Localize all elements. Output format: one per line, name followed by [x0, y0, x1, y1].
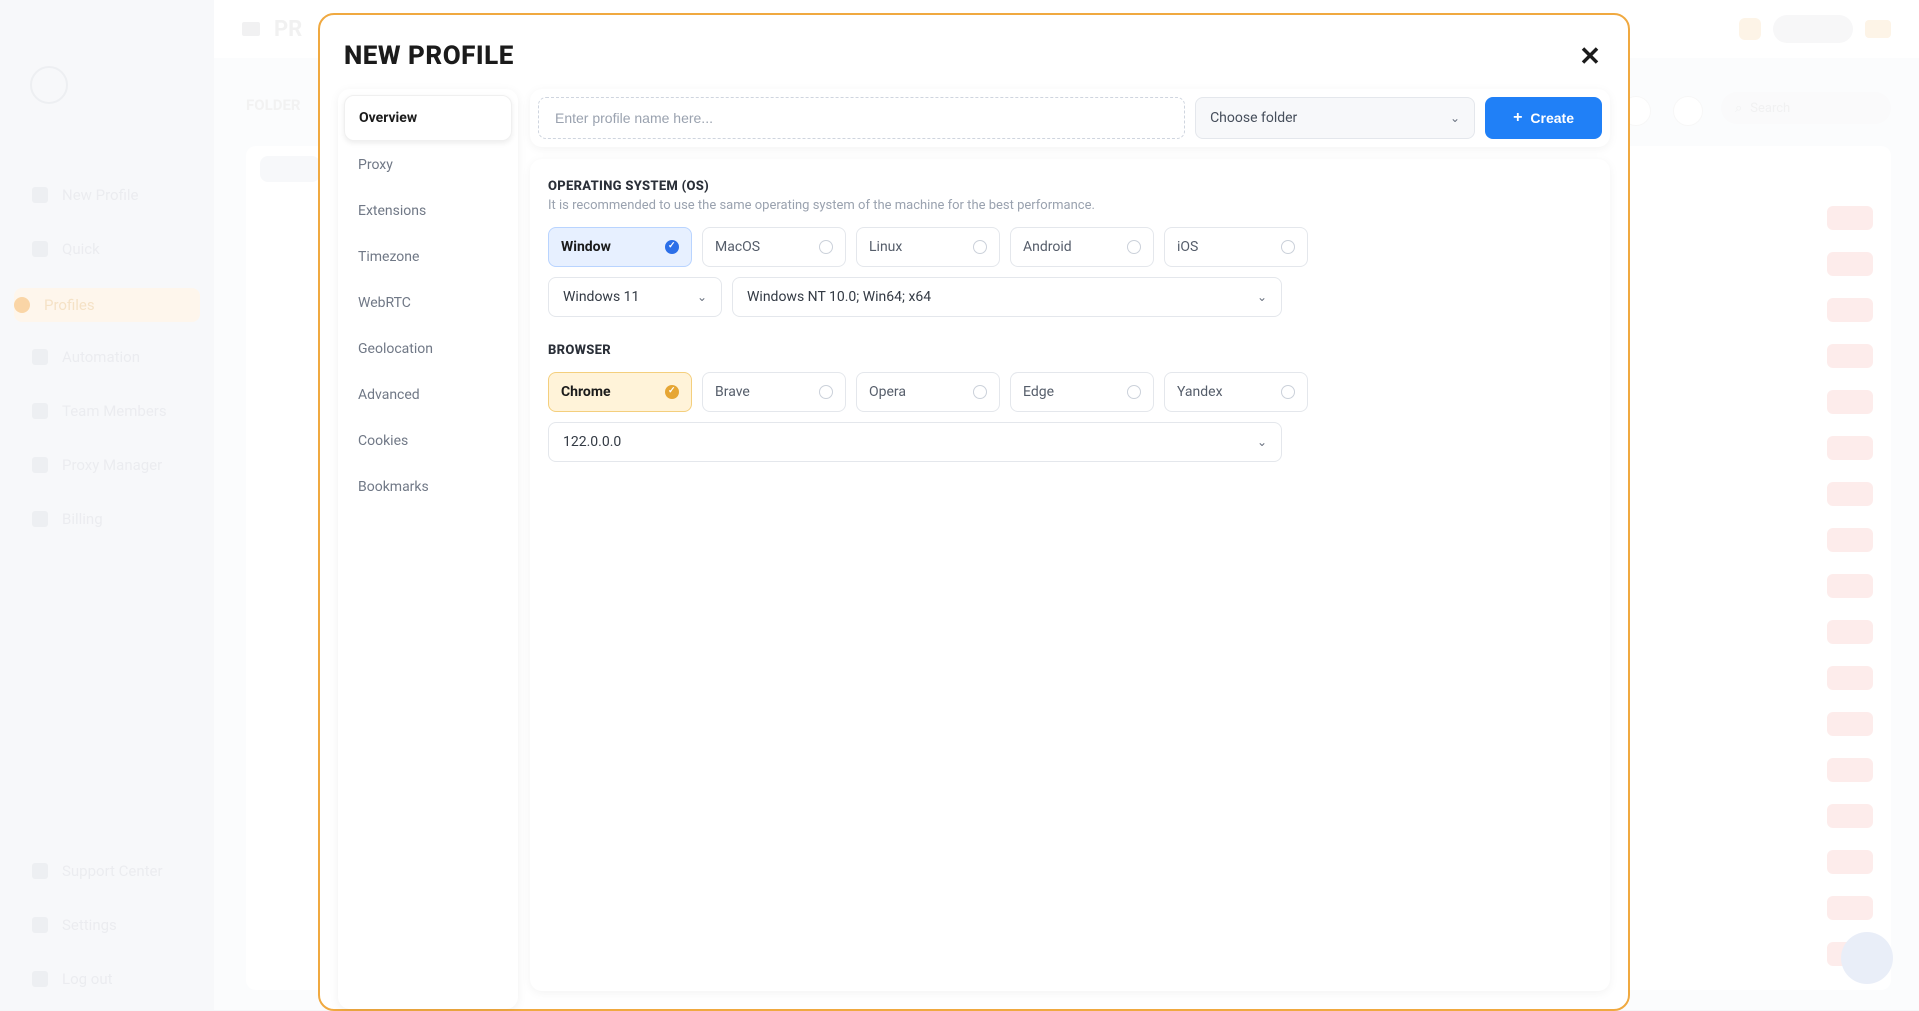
os-option-row: Window MacOS Linux Android — [548, 227, 1592, 267]
folder-select-label: Choose folder — [1210, 110, 1297, 126]
radio-icon — [819, 385, 833, 399]
radio-icon — [973, 385, 987, 399]
browser-option-row: Chrome Brave Opera Edge — [548, 372, 1592, 412]
os-version-select[interactable]: Windows 11 ⌄ — [548, 277, 722, 317]
browser-version-label: 122.0.0.0 — [563, 434, 621, 450]
folder-select[interactable]: Choose folder ⌄ — [1195, 97, 1475, 139]
os-ua-label: Windows NT 10.0; Win64; x64 — [747, 289, 931, 305]
browser-section-title: BROWSER — [548, 343, 1592, 358]
os-version-label: Windows 11 — [563, 289, 639, 305]
modal-right-column: Choose folder ⌄ + Create OPERATING SYSTE… — [530, 89, 1610, 991]
content-panel: OPERATING SYSTEM (OS) It is recommended … — [530, 159, 1610, 991]
profile-name-input[interactable] — [538, 97, 1185, 139]
close-icon: ✕ — [1579, 41, 1601, 72]
radio-checked-icon — [665, 240, 679, 254]
browser-option-opera[interactable]: Opera — [856, 372, 1000, 412]
radio-icon — [819, 240, 833, 254]
chevron-down-icon: ⌄ — [697, 290, 707, 304]
os-version-row: Windows 11 ⌄ Windows NT 10.0; Win64; x64… — [548, 277, 1592, 317]
create-button-label: Create — [1530, 110, 1574, 126]
close-button[interactable]: ✕ — [1576, 42, 1604, 70]
tabs-panel: Overview Proxy Extensions Timezone WebRT… — [338, 89, 518, 1009]
tab-timezone[interactable]: Timezone — [344, 235, 512, 279]
plus-icon: + — [1513, 109, 1522, 127]
radio-icon — [1127, 385, 1141, 399]
tab-advanced[interactable]: Advanced — [344, 373, 512, 417]
tab-overview[interactable]: Overview — [344, 95, 512, 141]
browser-option-opera-label: Opera — [869, 384, 906, 400]
browser-version-select[interactable]: 122.0.0.0 ⌄ — [548, 422, 1282, 462]
os-section-title: OPERATING SYSTEM (OS) — [548, 179, 1592, 194]
modal-header: NEW PROFILE ✕ — [338, 33, 1610, 89]
os-option-window-label: Window — [561, 239, 611, 255]
os-option-linux[interactable]: Linux — [856, 227, 1000, 267]
browser-option-chrome[interactable]: Chrome — [548, 372, 692, 412]
tab-webrtc[interactable]: WebRTC — [344, 281, 512, 325]
radio-icon — [1281, 385, 1295, 399]
tab-geolocation[interactable]: Geolocation — [344, 327, 512, 371]
create-button[interactable]: + Create — [1485, 97, 1602, 139]
chevron-down-icon: ⌄ — [1257, 435, 1267, 449]
radio-icon — [973, 240, 987, 254]
tab-proxy[interactable]: Proxy — [344, 143, 512, 187]
browser-option-edge[interactable]: Edge — [1010, 372, 1154, 412]
browser-option-chrome-label: Chrome — [561, 384, 611, 400]
tab-bookmarks[interactable]: Bookmarks — [344, 465, 512, 509]
chevron-down-icon: ⌄ — [1257, 290, 1267, 304]
browser-option-brave[interactable]: Brave — [702, 372, 846, 412]
os-option-android-label: Android — [1023, 239, 1072, 255]
browser-option-edge-label: Edge — [1023, 384, 1054, 400]
os-option-macos-label: MacOS — [715, 239, 760, 255]
new-profile-modal: NEW PROFILE ✕ Overview Proxy Extensions … — [318, 13, 1630, 1011]
radio-icon — [1127, 240, 1141, 254]
profile-topbar: Choose folder ⌄ + Create — [530, 89, 1610, 147]
radio-checked-icon — [665, 385, 679, 399]
tab-extensions[interactable]: Extensions — [344, 189, 512, 233]
os-option-window[interactable]: Window — [548, 227, 692, 267]
os-option-linux-label: Linux — [869, 239, 902, 255]
os-ua-select[interactable]: Windows NT 10.0; Win64; x64 ⌄ — [732, 277, 1282, 317]
os-option-android[interactable]: Android — [1010, 227, 1154, 267]
browser-option-yandex-label: Yandex — [1177, 384, 1223, 400]
modal-body: Overview Proxy Extensions Timezone WebRT… — [338, 89, 1610, 991]
modal-title: NEW PROFILE — [344, 41, 514, 71]
radio-icon — [1281, 240, 1295, 254]
chevron-down-icon: ⌄ — [1450, 111, 1460, 125]
os-option-macos[interactable]: MacOS — [702, 227, 846, 267]
os-option-ios[interactable]: iOS — [1164, 227, 1308, 267]
browser-option-brave-label: Brave — [715, 384, 750, 400]
os-option-ios-label: iOS — [1177, 239, 1198, 255]
browser-option-yandex[interactable]: Yandex — [1164, 372, 1308, 412]
tab-cookies[interactable]: Cookies — [344, 419, 512, 463]
os-section-subtitle: It is recommended to use the same operat… — [548, 198, 1592, 213]
